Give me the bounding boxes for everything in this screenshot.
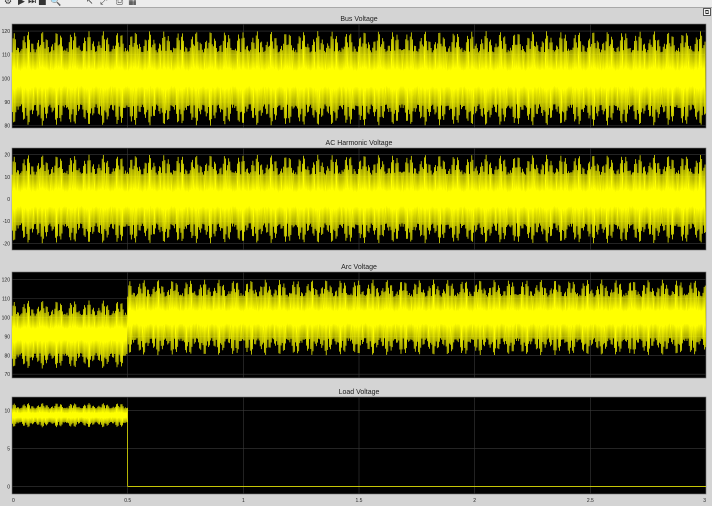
scope-toolbar: ⚙ ▶ ⏭ ■ 🔍 ↖ ⤢ ⎙ ▦ [0, 0, 712, 8]
x-tick-label: 2.5 [587, 498, 594, 504]
plot-1-ytick-label: 100 [2, 76, 11, 82]
measure-icon[interactable]: ▦ [128, 0, 137, 7]
run-icon[interactable]: ▶ [18, 0, 25, 7]
x-tick-label: 3 [703, 498, 706, 504]
plot-2-title: AC Harmonic Voltage [326, 140, 393, 147]
x-tick-label: 1.5 [356, 498, 363, 504]
plot-3-ytick-label: 70 [4, 372, 10, 378]
plot-4-ytick-label: 10 [4, 409, 10, 415]
plot-1-ytick-label: 120 [2, 29, 11, 35]
zoom-icon[interactable]: 🔍 [50, 0, 61, 7]
plot-3-ytick-label: 90 [4, 334, 10, 340]
scope-display: Bus Voltage8090100110120AC Harmonic Volt… [2, 16, 707, 504]
print-icon[interactable]: ⎙ [116, 0, 123, 7]
plot-1-title: Bus Voltage [340, 16, 377, 23]
plot-3-title: Arc Voltage [341, 264, 377, 271]
plot-3-ytick-label: 100 [2, 315, 11, 321]
x-tick-label: 0 [12, 498, 15, 504]
x-tick-label: 0.5 [124, 498, 131, 504]
plot-2-ytick-label: 20 [4, 153, 10, 159]
plot-4-ytick-label: 0 [7, 484, 10, 490]
settings-icon[interactable]: ⚙ [4, 0, 12, 7]
plot-4-ytick-label: 5 [7, 447, 10, 453]
plot-4-title: Load Voltage [339, 389, 380, 396]
plot-2-ytick-label: 10 [4, 175, 10, 181]
x-tick-label: 2 [473, 498, 476, 504]
stop-icon[interactable]: ■ [38, 0, 47, 7]
plot-3-ytick-label: 80 [4, 353, 10, 359]
plot-3-ytick-label: 110 [2, 297, 10, 303]
plot-1-ytick-label: 90 [4, 100, 10, 106]
plot-1-ytick-label: 80 [4, 124, 10, 130]
plot-2-ytick-label: -20 [3, 241, 10, 247]
x-tick-label: 1 [242, 498, 245, 504]
plot-2-ytick-label: 0 [7, 197, 10, 203]
plot-2-ytick-label: -10 [3, 219, 10, 225]
step-icon[interactable]: ⏭ [28, 0, 36, 7]
cursor-icon[interactable]: ↖ [86, 0, 94, 7]
autoscale-icon[interactable]: ⤢ [100, 0, 107, 7]
plot-1-ytick-label: 110 [2, 53, 10, 59]
plot-3-ytick-label: 120 [2, 278, 11, 284]
